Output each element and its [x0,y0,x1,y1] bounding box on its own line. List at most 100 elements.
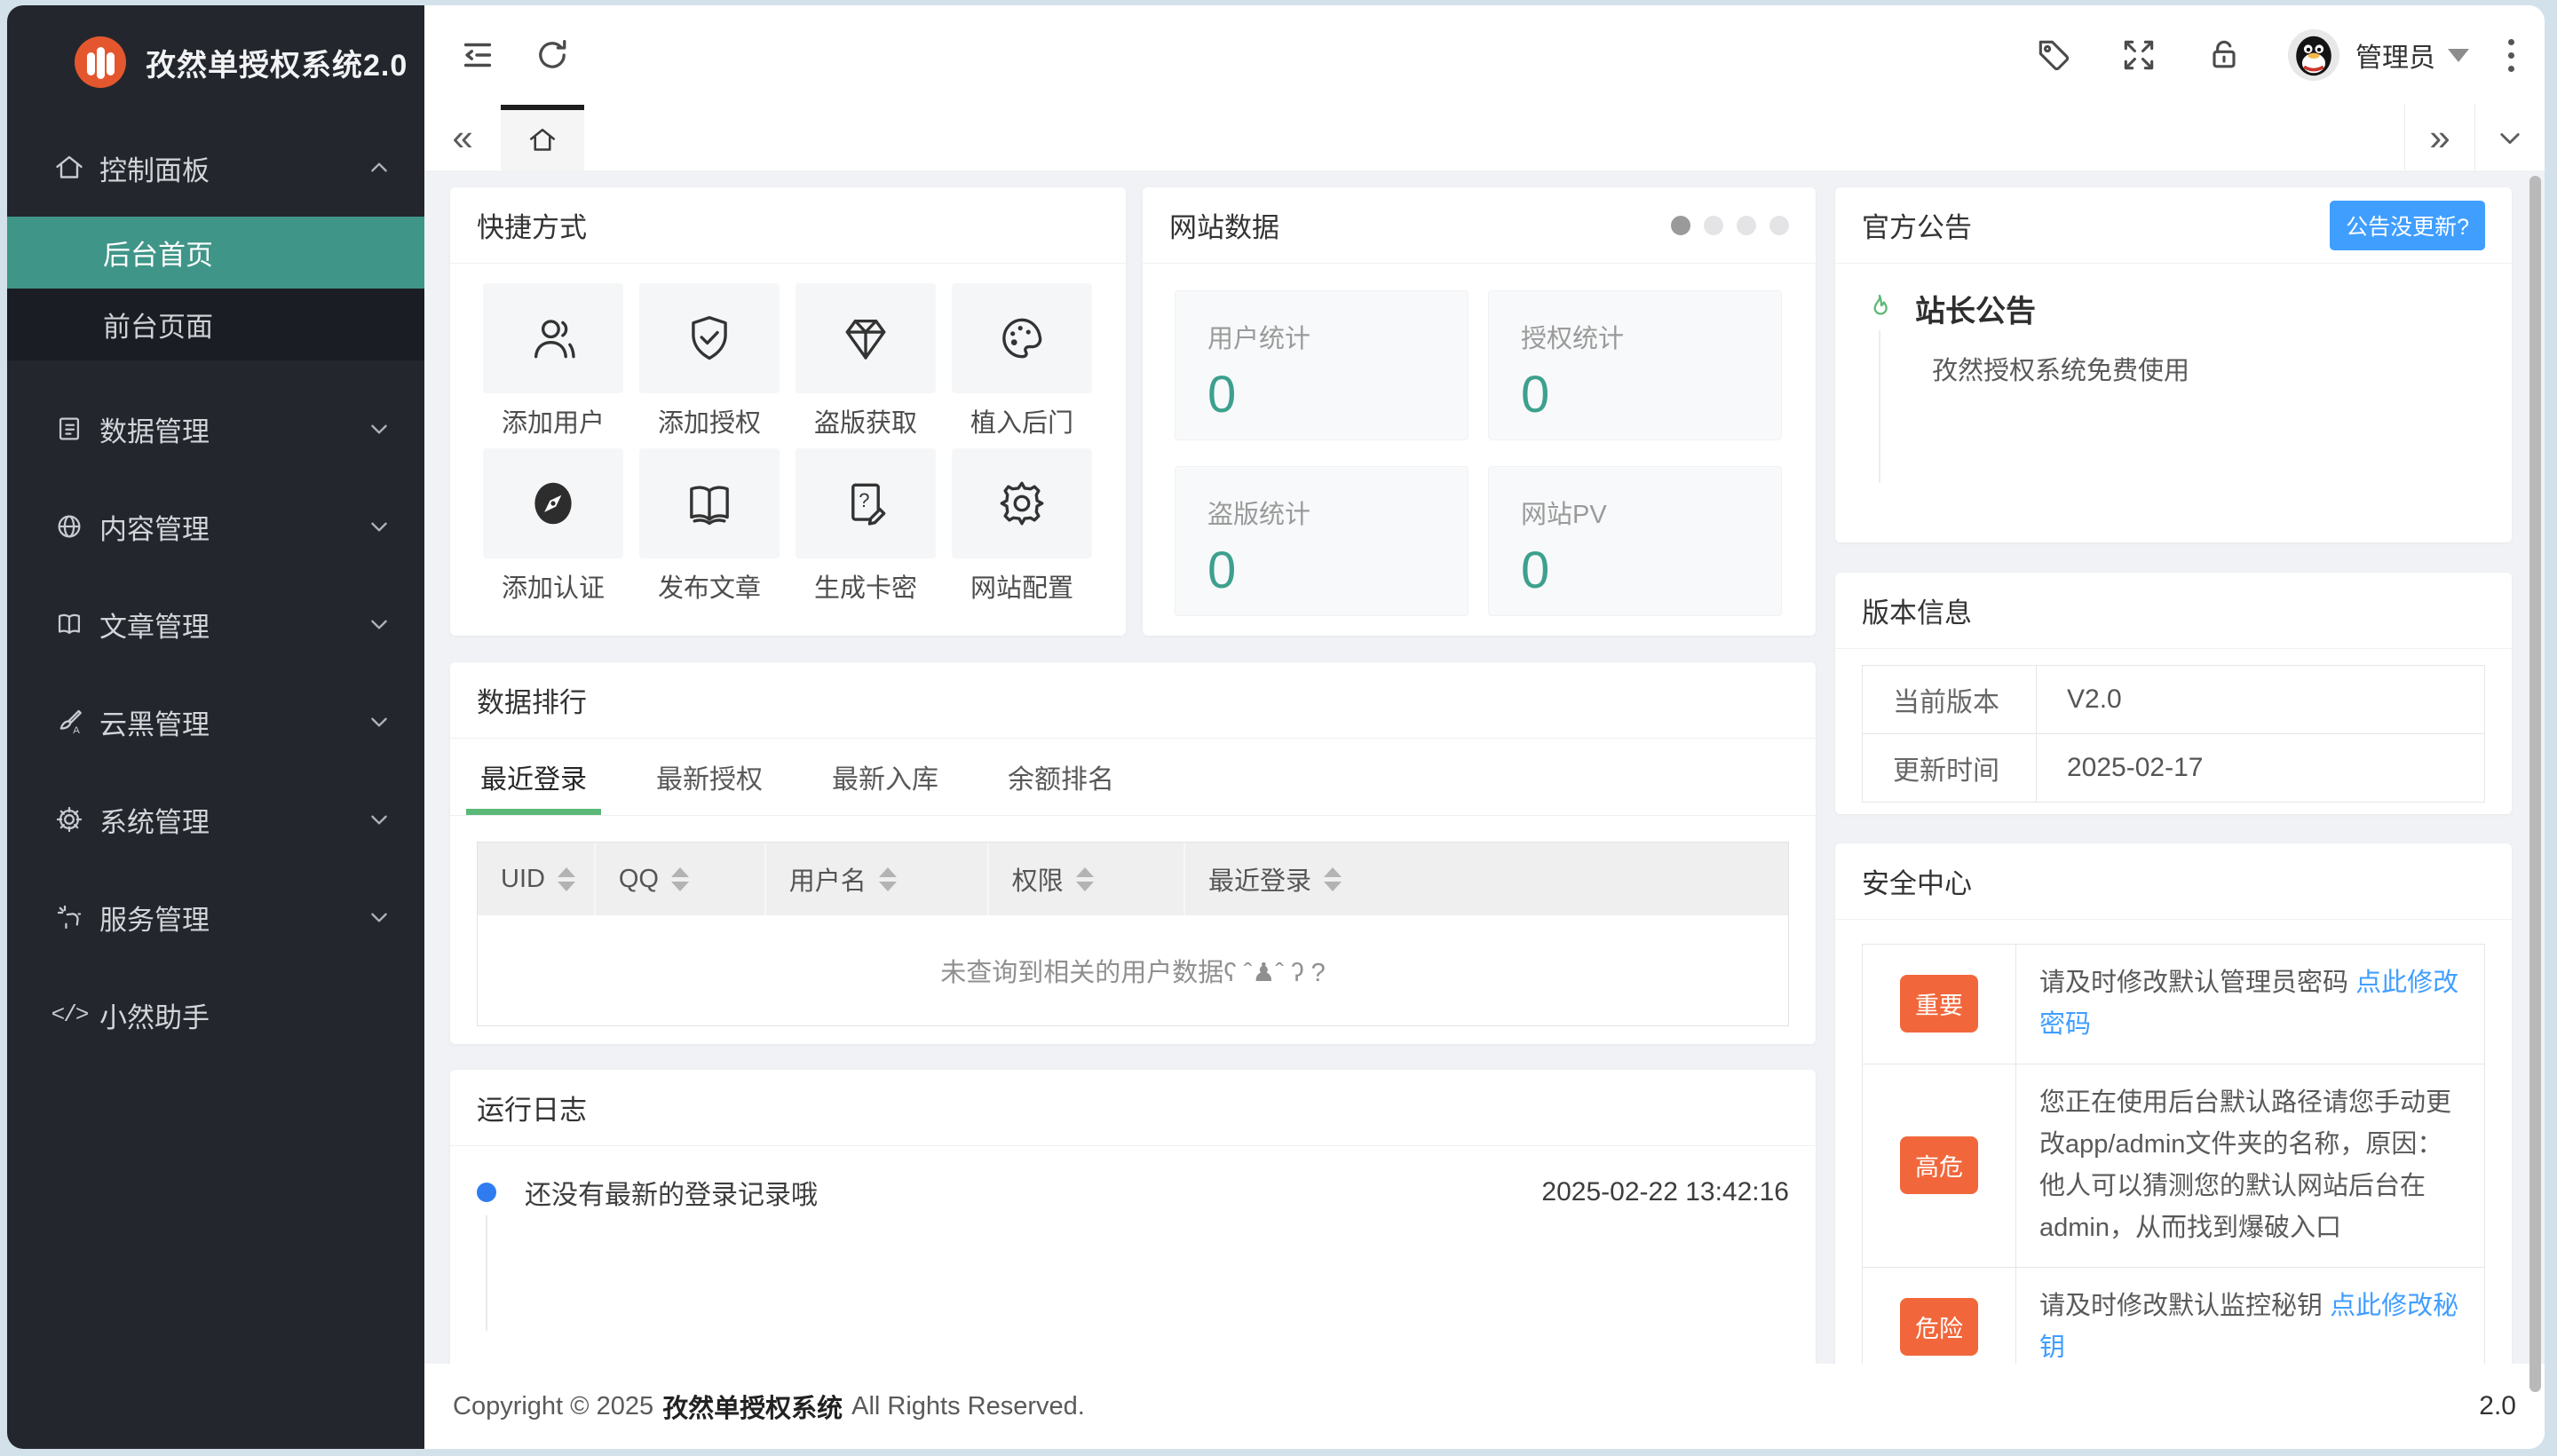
quick-action-generate-card-key[interactable]: ? 生成卡密 [796,448,936,605]
announcement-refresh-button[interactable]: 公告没更新? [2330,200,2485,250]
user-dropdown-caret-icon[interactable] [2448,48,2469,62]
sidebar-item-article-mgmt[interactable]: 文章管理 [7,575,424,673]
code-icon: </> [51,1001,90,1028]
carousel-dots [1671,215,1789,235]
tab-balance-ranking[interactable]: 余额排名 [1004,739,1118,815]
shield-check-icon [682,311,737,366]
copyright-brand: 孜然单授权系统 [662,1395,843,1423]
quick-actions-card: 快捷方式 添加用户 添加授权 盗版获取 植入后门 添加认证 发布文章 ? 生成卡… [450,187,1126,636]
sidebar-item-assistant[interactable]: </> 小然助手 [7,966,424,1064]
sidebar-item-data-mgmt[interactable]: 数据管理 [7,380,424,478]
chevron-down-icon [368,906,391,929]
gear-icon [53,803,85,835]
tab-recent-login[interactable]: 最近登录 [466,739,601,815]
announcement-post-title: 站长公告 [1915,295,2036,328]
gear-icon [994,476,1049,531]
card-title: 运行日志 [477,1095,587,1126]
table-row: 危险 请及时修改默认监控秘钥 点此修改秘钥 [1863,1267,2484,1364]
broken-link-icon [53,901,85,933]
carousel-dot[interactable] [1737,215,1756,235]
fullscreen-icon[interactable] [2118,34,2160,76]
column-header-username[interactable]: 用户名 [766,843,989,915]
tabs-scroll-right-button[interactable]: » [2404,105,2474,170]
severity-badge: 危险 [1900,1298,1978,1357]
security-text: 请及时修改默认管理员密码 [2039,969,2349,997]
sidebar-item-content-mgmt[interactable]: 内容管理 [7,478,424,575]
tab-latest-license[interactable]: 最新授权 [653,739,766,815]
tabs-scroll-left-button[interactable]: « [424,105,501,170]
column-header-qq[interactable]: QQ [596,843,766,915]
refresh-button[interactable] [531,34,574,76]
table-row: 当前版本 V2.0 [1863,666,2484,734]
announcement-card: 官方公告 公告没更新? 站长公告 孜然授权系统免费使用 [1835,187,2512,542]
timeline-dot-icon [477,1183,496,1202]
flame-icon [1862,291,1897,327]
column-header-recent-login[interactable]: 最近登录 [1185,843,1788,915]
site-stats-card: 网站数据 用户统计 0 授权统计 0 盗版统计 0 网站PV 0 [1143,187,1816,636]
card-title: 版本信息 [1862,597,1972,629]
sidebar-submenu: 后台首页 前台页面 [7,217,424,360]
sidebar-item-cloud-blacklist[interactable]: A 云黑管理 [7,673,424,771]
table-empty-message: 未查询到相关的用户数据ʕ ˆ♟ˆ ʔ ? [478,915,1788,1025]
sidebar-item-label: 后台首页 [103,240,213,271]
carousel-dot[interactable] [1769,215,1789,235]
content-area: 快捷方式 添加用户 添加授权 盗版获取 植入后门 添加认证 发布文章 ? 生成卡… [424,170,2545,1364]
main-area: 管理员 « » 快捷方式 添加用户 添加授权 盗版获取 植入后门 添加认证 发布… [424,5,2545,1449]
user-avatar[interactable] [2288,29,2339,81]
quick-action-add-user[interactable]: 添加用户 [483,283,623,439]
table-row: 更新时间 2025-02-17 [1863,734,2484,802]
sidebar-item-backend-home[interactable]: 后台首页 [7,217,424,289]
copyright-suffix: All Rights Reserved. [851,1391,1085,1420]
app-title: 孜然单授权系统2.0 [146,48,408,83]
stat-value: 0 [1521,542,1550,599]
carousel-dot-active[interactable] [1671,215,1690,235]
sidebar-item-label: 前台页面 [103,312,213,343]
ranking-table: UID QQ 用户名 权限 最近登录 未查询到相关的用户数据ʕ ˆ♟ˆ ʔ ? [477,842,1789,1026]
tab-latest-entry[interactable]: 最新入库 [828,739,942,815]
sidebar-item-label: 系统管理 [99,806,210,838]
user-icon [526,311,581,366]
gem-icon [838,311,893,366]
lock-icon[interactable] [2203,34,2245,76]
sidebar-item-frontend-page[interactable]: 前台页面 [7,289,424,360]
tab-home[interactable] [501,105,584,170]
user-menu[interactable]: 管理员 [2355,36,2435,75]
quick-action-add-license[interactable]: 添加授权 [639,283,780,439]
sidebar-item-label: 云黑管理 [99,708,210,740]
quick-action-label: 植入后门 [970,409,1073,438]
more-options-icon[interactable] [2508,38,2514,72]
quick-action-publish-article[interactable]: 发布文章 [639,448,780,605]
column-header-uid[interactable]: UID [478,843,596,915]
tabs-menu-button[interactable] [2474,105,2545,170]
data-ranking-card: 数据排行 最近登录 最新授权 最新入库 余额排名 UID QQ 用户名 权限 最… [450,662,1816,1044]
chevron-down-icon [368,417,391,440]
document-list-icon [53,413,85,445]
version-table: 当前版本 V2.0 更新时间 2025-02-17 [1862,665,2485,803]
carousel-dot[interactable] [1704,215,1723,235]
footer: Copyright © 2025 孜然单授权系统 All Rights Rese… [424,1364,2545,1449]
svg-text:A: A [73,725,80,736]
sidebar-item-system-mgmt[interactable]: 系统管理 [7,771,424,868]
log-entry: 还没有最新的登录记录哦 2025-02-22 13:42:16 [477,1173,1789,1212]
tag-icon[interactable] [2032,34,2075,76]
quick-action-add-auth[interactable]: 添加认证 [483,448,623,605]
quick-action-backdoor[interactable]: 植入后门 [952,283,1092,439]
chevron-down-icon [368,808,391,831]
sidebar-item-label: 服务管理 [99,904,210,936]
tab-bar: « » [424,105,2545,171]
sort-icon [670,866,689,891]
timeline-line [486,1215,487,1331]
quick-action-piracy-fetch[interactable]: 盗版获取 [796,283,936,439]
sidebar-item-service-mgmt[interactable]: 服务管理 [7,868,424,966]
stat-label: 用户统计 [1207,325,1311,353]
stat-tile-piracy: 盗版统计 0 [1175,466,1468,616]
quick-action-site-config[interactable]: 网站配置 [952,448,1092,605]
chevron-down-icon [368,613,391,636]
column-header-permission[interactable]: 权限 [989,843,1185,915]
scrollbar-thumb[interactable] [2529,176,2541,1392]
collapse-sidebar-button[interactable] [456,34,499,76]
sidebar-item-control-panel[interactable]: 控制面板 [7,119,424,217]
version-info-card: 版本信息 当前版本 V2.0 更新时间 2025-02-17 [1835,573,2512,814]
log-entry-text: 还没有最新的登录记录哦 [525,1181,818,1210]
toolbar-right-cluster: 管理员 [2032,29,2545,81]
